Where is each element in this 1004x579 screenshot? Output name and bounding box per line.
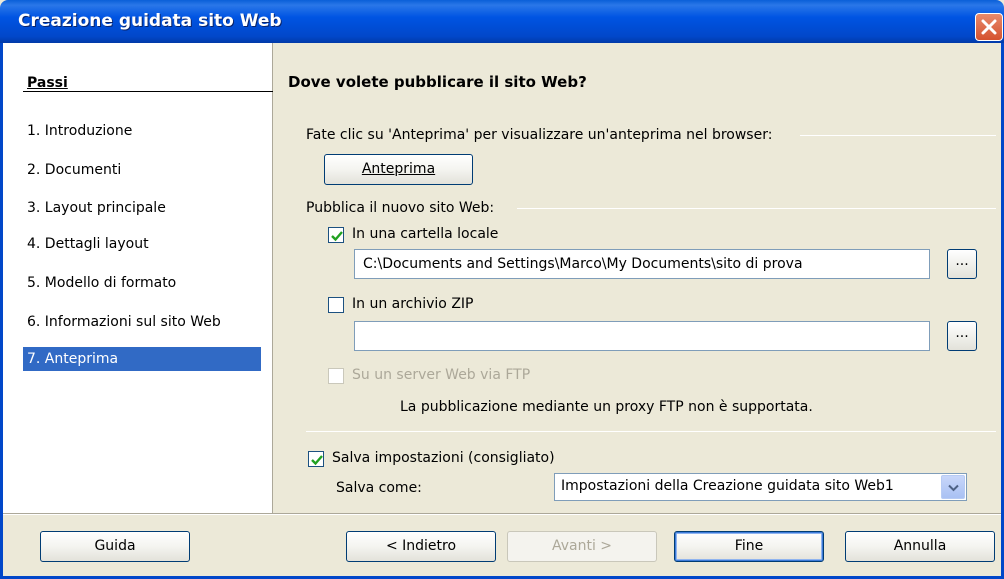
ftp-note: La pubblicazione mediante un proxy FTP n… [400, 399, 813, 415]
preview-button-label: Anteprima [361, 161, 436, 177]
publish-section-label: Pubblica il nuovo sito Web: [306, 200, 495, 216]
preview-section-label: Fate clic su 'Anteprima' per visualizzar… [306, 127, 773, 143]
save-as-label: Salva come: [336, 480, 422, 496]
steps-divider [23, 91, 273, 92]
step-anteprima[interactable]: 7. Anteprima [23, 347, 261, 371]
close-icon [981, 19, 997, 35]
zip-archive-checkbox[interactable] [328, 297, 344, 313]
local-folder-label[interactable]: In una cartella locale [352, 226, 498, 242]
title-bar: Creazione guidata sito Web [0, 0, 1004, 43]
step-documenti[interactable]: 2. Documenti [23, 158, 261, 182]
checkmark-icon [311, 455, 323, 466]
cancel-button[interactable]: Annulla [845, 531, 995, 562]
checkmark-icon [331, 231, 343, 242]
window-title: Creazione guidata sito Web [18, 11, 282, 31]
step-introduzione[interactable]: 1. Introduzione [23, 119, 261, 143]
step-dettagli-layout[interactable]: 4. Dettagli layout [23, 232, 261, 256]
ftp-checkbox [328, 368, 344, 384]
dropdown-arrow[interactable] [941, 475, 965, 499]
chevron-down-icon [948, 484, 959, 492]
back-button[interactable]: < Indietro [346, 531, 496, 562]
publish-section-rule [517, 208, 996, 209]
save-section-rule [306, 431, 996, 432]
steps-sidebar: Passi 1. Introduzione 2. Documenti 3. La… [3, 43, 273, 513]
local-folder-checkbox[interactable] [328, 227, 344, 243]
close-button[interactable] [975, 13, 1003, 41]
finish-button[interactable]: Fine [674, 531, 824, 562]
step-layout-principale[interactable]: 3. Layout principale [23, 196, 261, 220]
save-as-value: Impostazioni della Creazione guidata sit… [561, 478, 894, 494]
save-settings-label[interactable]: Salva impostazioni (consigliato) [332, 450, 555, 466]
steps-title: Passi [27, 75, 68, 91]
local-folder-browse-button[interactable]: ... [947, 249, 977, 279]
zip-archive-browse-button[interactable]: ... [947, 321, 977, 351]
local-folder-path-field[interactable]: C:\Documents and Settings\Marco\My Docum… [354, 249, 930, 279]
zip-archive-path-field[interactable] [354, 321, 930, 351]
page-title: Dove volete pubblicare il sito Web? [288, 73, 587, 91]
step-modello-di-formato[interactable]: 5. Modello di formato [23, 271, 261, 295]
preview-section-rule [800, 135, 996, 136]
help-button[interactable]: Guida [40, 531, 190, 562]
main-panel: Dove volete pubblicare il sito Web? Fate… [274, 43, 1001, 513]
preview-button[interactable]: Anteprima [324, 154, 473, 185]
footer-separator [3, 513, 1001, 515]
save-as-dropdown[interactable]: Impostazioni della Creazione guidata sit… [554, 473, 967, 501]
ftp-label: Su un server Web via FTP [352, 367, 531, 383]
next-button: Avanti > [507, 531, 657, 562]
save-settings-checkbox[interactable] [308, 451, 324, 467]
step-informazioni-sito[interactable]: 6. Informazioni sul sito Web [23, 310, 261, 334]
zip-archive-label[interactable]: In un archivio ZIP [352, 296, 474, 312]
